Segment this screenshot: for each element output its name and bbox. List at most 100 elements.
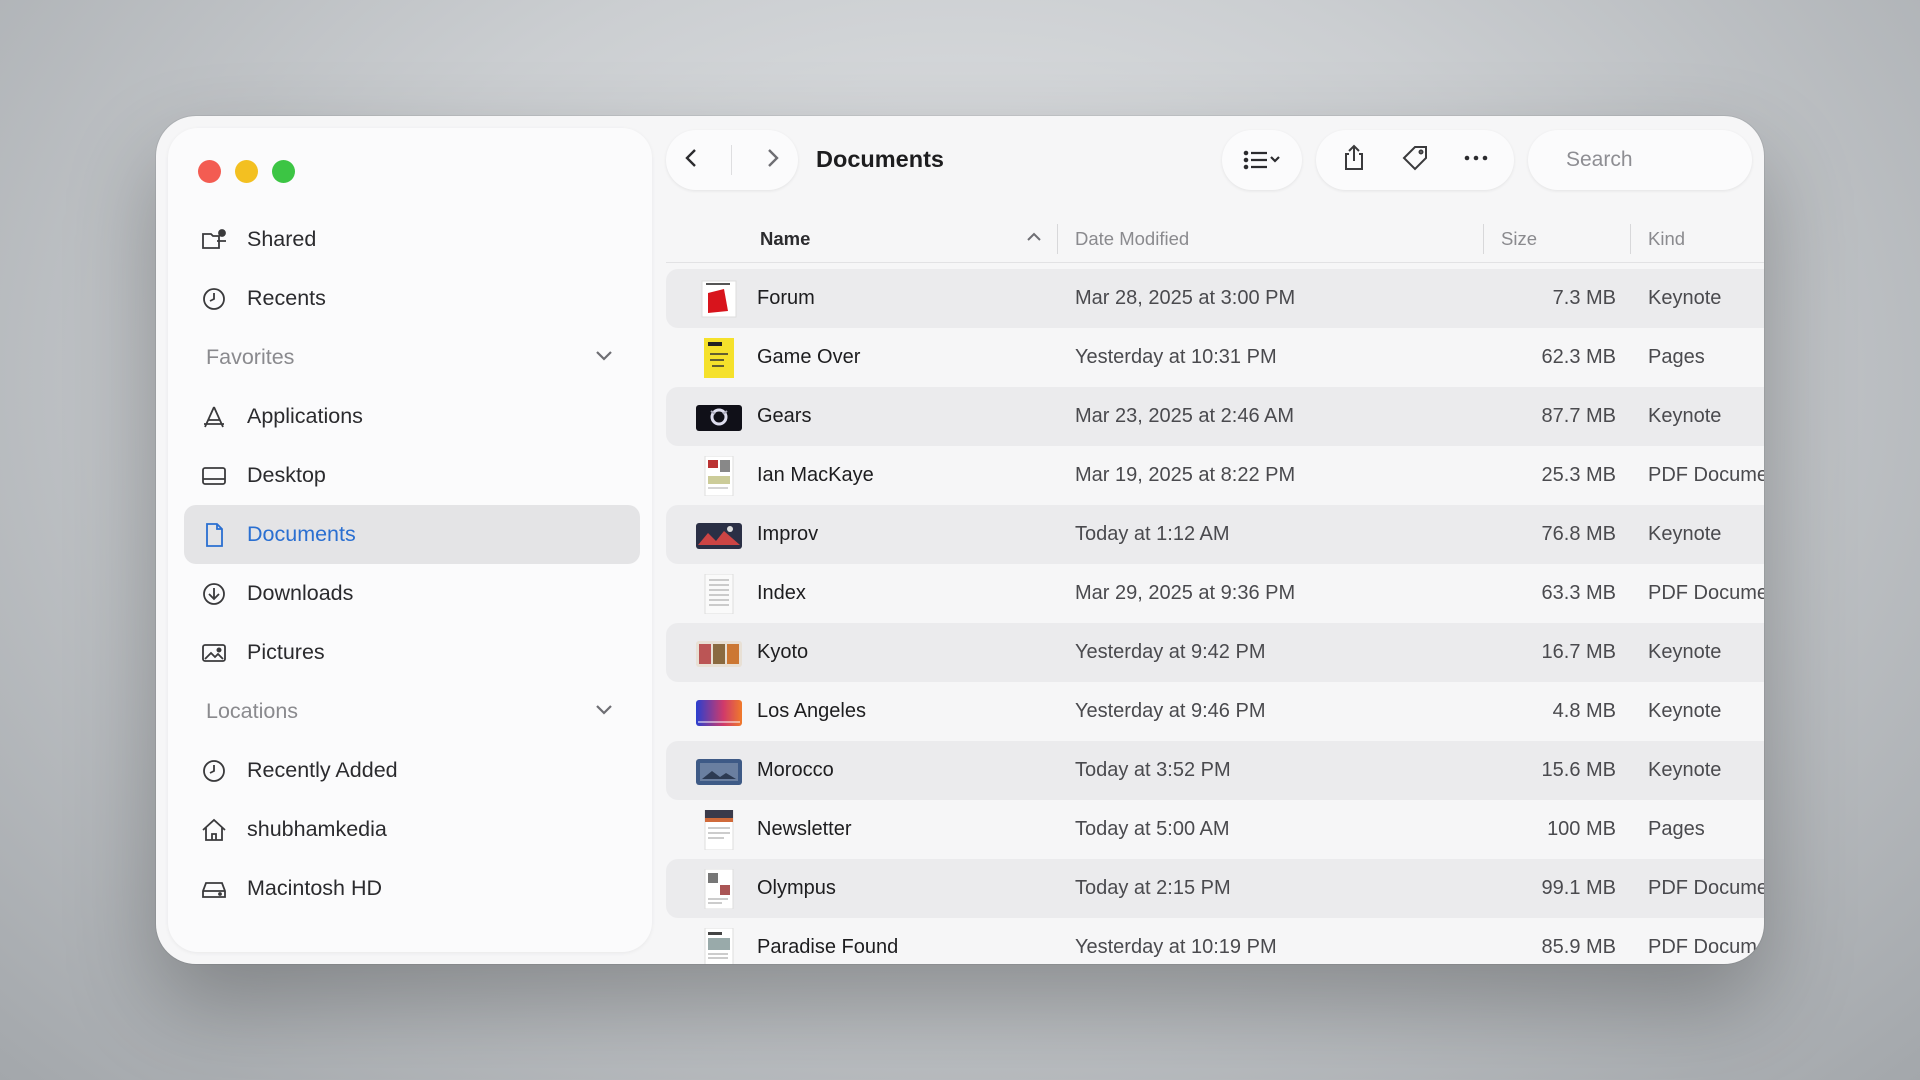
more-button[interactable] [1461,143,1491,178]
sidebar: Shared Recents Favorites Applications De… [168,128,652,952]
table-row[interactable]: Index Mar 29, 2025 at 9:36 PM 63.3 MB PD… [666,564,1764,623]
file-name: Gears [757,405,812,427]
table-row[interactable]: Improv Today at 1:12 AM 76.8 MB Keynote [666,505,1764,564]
sidebar-item-pictures[interactable]: Pictures [184,623,640,682]
table-row[interactable]: Gears Mar 23, 2025 at 2:46 AM 87.7 MB Ke… [666,387,1764,446]
favorites-section-header[interactable]: Favorites [184,328,640,387]
table-row[interactable]: Morocco Today at 3:52 PM 15.6 MB Keynote [666,741,1764,800]
file-size: 87.7 MB [1541,405,1616,427]
list-view-icon [1243,150,1280,170]
sidebar-item-documents[interactable]: Documents [184,505,640,564]
sidebar-item-label: Downloads [247,581,354,605]
file-date: Today at 2:15 PM [1075,877,1231,899]
window-title: Documents [816,146,944,172]
table-row[interactable]: Forum Mar 28, 2025 at 3:00 PM 7.3 MB Key… [666,269,1764,328]
file-size: 76.8 MB [1541,523,1616,545]
back-button[interactable] [679,145,705,176]
column-header-size[interactable]: Size [1501,228,1537,250]
chevron-down-icon[interactable] [592,343,616,373]
sidebar-item-applications[interactable]: Applications [184,387,640,446]
forward-button[interactable] [759,145,785,176]
file-size: 100 MB [1547,818,1616,840]
view-options-button[interactable] [1222,130,1302,190]
tag-button[interactable] [1400,143,1430,178]
file-kind: Keynote [1648,405,1722,427]
document-icon [198,521,230,549]
actions-group [1316,130,1514,190]
column-header-kind[interactable]: Kind [1648,228,1685,250]
table-row[interactable]: Ian MacKaye Mar 19, 2025 at 8:22 PM 25.3… [666,446,1764,505]
file-list: Name Date Modified Size Kind Forum Mar 2… [666,214,1764,964]
file-kind: Keynote [1648,641,1722,663]
file-kind: PDF Document [1648,936,1764,958]
file-kind: PDF Document [1648,877,1764,899]
sidebar-item-recents[interactable]: Recents [184,269,640,328]
table-row[interactable]: Paradise Found Yesterday at 10:19 PM 85.… [666,918,1764,964]
sidebar-item-label: Documents [247,522,356,546]
column-divider[interactable] [1483,224,1484,254]
drive-icon [198,875,230,903]
desktop-icon [198,462,230,490]
file-name: Index [757,582,806,604]
sidebar-item-home[interactable]: shubhamkedia [184,800,640,859]
section-label: Favorites [206,345,295,369]
column-header-name[interactable]: Name [760,228,810,250]
column-divider[interactable] [1057,224,1058,254]
file-kind: PDF Document [1648,464,1764,486]
file-size: 16.7 MB [1541,641,1616,663]
file-kind: Keynote [1648,700,1722,722]
file-date: Yesterday at 9:42 PM [1075,641,1266,663]
file-size: 99.1 MB [1541,877,1616,899]
home-icon [198,816,230,844]
pdf-thumbnail-icon [696,573,742,615]
table-row[interactable]: Newsletter Today at 5:00 AM 100 MB Pages [666,800,1764,859]
applications-icon [198,403,230,431]
sidebar-item-recently-added[interactable]: Recently Added [184,741,640,800]
share-icon [1345,144,1364,170]
sidebar-item-shared[interactable]: Shared [184,210,640,269]
file-kind: Pages [1648,818,1705,840]
file-size: 62.3 MB [1541,346,1616,368]
file-name: Newsletter [757,818,852,840]
file-date: Yesterday at 10:19 PM [1075,936,1277,958]
table-row[interactable]: Los Angeles Yesterday at 9:46 PM 4.8 MB … [666,682,1764,741]
column-header-date[interactable]: Date Modified [1075,228,1189,250]
table-row[interactable]: Olympus Today at 2:15 PM 99.1 MB PDF Doc… [666,859,1764,918]
sort-ascending-icon[interactable] [1023,226,1045,253]
file-name: Paradise Found [757,936,899,958]
minimize-button[interactable] [235,160,258,183]
file-date: Yesterday at 9:46 PM [1075,700,1266,722]
pages-thumbnail-icon [696,338,742,378]
locations-section-header[interactable]: Locations [184,682,640,741]
sidebar-list: Shared Recents Favorites Applications De… [184,210,640,918]
chevron-down-icon[interactable] [592,697,616,727]
window-controls [198,160,295,183]
share-button[interactable] [1339,143,1369,178]
search-input[interactable] [1564,147,1764,173]
pdf-thumbnail-icon [696,455,742,497]
sidebar-item-downloads[interactable]: Downloads [184,564,640,623]
file-date: Today at 5:00 AM [1075,818,1230,840]
search-field[interactable] [1528,130,1764,190]
column-divider[interactable] [1630,224,1631,254]
zoom-button[interactable] [272,160,295,183]
file-kind: Keynote [1648,759,1722,781]
file-name: Los Angeles [757,700,866,722]
sidebar-item-label: Recently Added [247,758,398,782]
pages-thumbnail-icon [696,809,742,851]
close-button[interactable] [198,160,221,183]
divider [731,145,733,175]
file-rows: Forum Mar 28, 2025 at 3:00 PM 7.3 MB Key… [666,269,1764,964]
keynote-thumbnail-icon [696,692,742,732]
sidebar-item-desktop[interactable]: Desktop [184,446,640,505]
file-name: Improv [757,523,819,545]
file-kind: Pages [1648,346,1705,368]
photo-icon [198,639,230,667]
table-row[interactable]: Game Over Yesterday at 10:31 PM 62.3 MB … [666,328,1764,387]
file-date: Mar 28, 2025 at 3:00 PM [1075,287,1296,309]
table-row[interactable]: Kyoto Yesterday at 9:42 PM 16.7 MB Keyno… [666,623,1764,682]
file-name: Ian MacKaye [757,464,874,486]
download-icon [198,580,230,608]
sidebar-item-macintosh-hd[interactable]: Macintosh HD [184,859,640,918]
pdf-thumbnail-icon [696,868,742,910]
